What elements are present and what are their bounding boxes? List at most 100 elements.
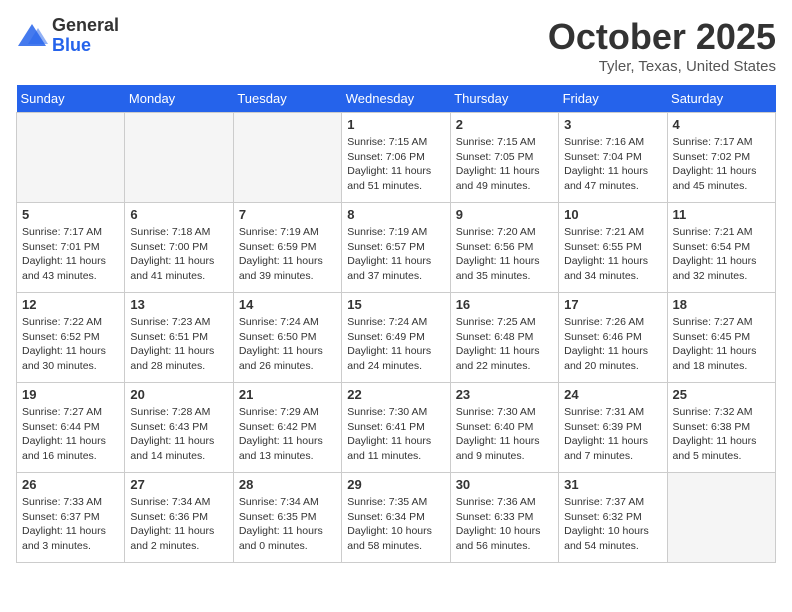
weekday-header: Saturday bbox=[667, 85, 775, 113]
day-cell: 16 Sunrise: 7:25 AMSunset: 6:48 PMDayligh… bbox=[450, 293, 558, 383]
day-number: 19 bbox=[22, 387, 119, 402]
calendar-table: SundayMondayTuesdayWednesdayThursdayFrid… bbox=[16, 85, 776, 563]
day-info: Sunrise: 7:24 AMSunset: 6:49 PMDaylight:… bbox=[347, 315, 444, 374]
day-cell: 28 Sunrise: 7:34 AMSunset: 6:35 PMDayligh… bbox=[233, 473, 341, 563]
page-header: General Blue October 2025 Tyler, Texas, … bbox=[16, 16, 776, 75]
day-number: 30 bbox=[456, 477, 553, 492]
day-cell: 13 Sunrise: 7:23 AMSunset: 6:51 PMDayligh… bbox=[125, 293, 233, 383]
week-row: 12 Sunrise: 7:22 AMSunset: 6:52 PMDayligh… bbox=[17, 293, 776, 383]
day-cell: 5 Sunrise: 7:17 AMSunset: 7:01 PMDaylight… bbox=[17, 203, 125, 293]
week-row: 5 Sunrise: 7:17 AMSunset: 7:01 PMDaylight… bbox=[17, 203, 776, 293]
day-number: 28 bbox=[239, 477, 336, 492]
day-info: Sunrise: 7:29 AMSunset: 6:42 PMDaylight:… bbox=[239, 405, 336, 464]
day-cell: 10 Sunrise: 7:21 AMSunset: 6:55 PMDayligh… bbox=[559, 203, 667, 293]
day-cell: 19 Sunrise: 7:27 AMSunset: 6:44 PMDayligh… bbox=[17, 383, 125, 473]
calendar-subtitle: Tyler, Texas, United States bbox=[548, 58, 776, 75]
day-cell: 21Sunrise: 7:29 AMSunset: 6:42 PMDayligh… bbox=[233, 383, 341, 473]
day-cell: 1 Sunrise: 7:15 AMSunset: 7:06 PMDaylight… bbox=[342, 113, 450, 203]
day-number: 24 bbox=[564, 387, 661, 402]
weekday-header-row: SundayMondayTuesdayWednesdayThursdayFrid… bbox=[17, 85, 776, 113]
day-info: Sunrise: 7:15 AMSunset: 7:06 PMDaylight:… bbox=[347, 135, 444, 194]
day-number: 7 bbox=[239, 207, 336, 222]
weekday-header: Friday bbox=[559, 85, 667, 113]
day-number: 12 bbox=[22, 297, 119, 312]
day-cell: 20Sunrise: 7:28 AMSunset: 6:43 PMDayligh… bbox=[125, 383, 233, 473]
day-number: 6 bbox=[130, 207, 227, 222]
day-cell: 24Sunrise: 7:31 AMSunset: 6:39 PMDayligh… bbox=[559, 383, 667, 473]
day-info: Sunrise: 7:27 AMSunset: 6:45 PMDaylight:… bbox=[673, 315, 770, 374]
day-info: Sunrise: 7:21 AMSunset: 6:54 PMDaylight:… bbox=[673, 225, 770, 284]
day-info: Sunrise: 7:34 AMSunset: 6:36 PMDaylight:… bbox=[130, 495, 227, 554]
day-number: 27 bbox=[130, 477, 227, 492]
day-info: Sunrise: 7:34 AMSunset: 6:35 PMDaylight:… bbox=[239, 495, 336, 554]
day-number: 5 bbox=[22, 207, 119, 222]
day-number: 23 bbox=[456, 387, 553, 402]
day-number: 26 bbox=[22, 477, 119, 492]
day-info: Sunrise: 7:21 AMSunset: 6:55 PMDaylight:… bbox=[564, 225, 661, 284]
day-number: 1 bbox=[347, 117, 444, 132]
day-cell: 8Sunrise: 7:19 AMSunset: 6:57 PMDaylight… bbox=[342, 203, 450, 293]
logo-icon bbox=[16, 22, 48, 50]
day-cell: 29 Sunrise: 7:35 AMSunset: 6:34 PMDayligh… bbox=[342, 473, 450, 563]
title-block: October 2025 Tyler, Texas, United States bbox=[548, 16, 776, 75]
day-cell: 4 Sunrise: 7:17 AMSunset: 7:02 PMDaylight… bbox=[667, 113, 775, 203]
day-cell: 14Sunrise: 7:24 AMSunset: 6:50 PMDayligh… bbox=[233, 293, 341, 383]
day-number: 11 bbox=[673, 207, 770, 222]
day-cell bbox=[667, 473, 775, 563]
day-number: 31 bbox=[564, 477, 661, 492]
day-cell: 2 Sunrise: 7:15 AMSunset: 7:05 PMDaylight… bbox=[450, 113, 558, 203]
day-info: Sunrise: 7:23 AMSunset: 6:51 PMDaylight:… bbox=[130, 315, 227, 374]
week-row: 19 Sunrise: 7:27 AMSunset: 6:44 PMDayligh… bbox=[17, 383, 776, 473]
day-cell: 11 Sunrise: 7:21 AMSunset: 6:54 PMDayligh… bbox=[667, 203, 775, 293]
day-cell: 7 Sunrise: 7:19 AMSunset: 6:59 PMDaylight… bbox=[233, 203, 341, 293]
weekday-header: Wednesday bbox=[342, 85, 450, 113]
day-number: 18 bbox=[673, 297, 770, 312]
week-row: 1 Sunrise: 7:15 AMSunset: 7:06 PMDaylight… bbox=[17, 113, 776, 203]
day-info: Sunrise: 7:32 AMSunset: 6:38 PMDaylight:… bbox=[673, 405, 770, 464]
day-number: 22 bbox=[347, 387, 444, 402]
day-number: 13 bbox=[130, 297, 227, 312]
day-info: Sunrise: 7:19 AMSunset: 6:59 PMDaylight:… bbox=[239, 225, 336, 284]
day-cell: 18 Sunrise: 7:27 AMSunset: 6:45 PMDayligh… bbox=[667, 293, 775, 383]
day-number: 25 bbox=[673, 387, 770, 402]
day-number: 17 bbox=[564, 297, 661, 312]
day-cell: 15 Sunrise: 7:24 AMSunset: 6:49 PMDayligh… bbox=[342, 293, 450, 383]
day-info: Sunrise: 7:35 AMSunset: 6:34 PMDaylight:… bbox=[347, 495, 444, 554]
day-cell: 12 Sunrise: 7:22 AMSunset: 6:52 PMDayligh… bbox=[17, 293, 125, 383]
day-info: Sunrise: 7:22 AMSunset: 6:52 PMDaylight:… bbox=[22, 315, 119, 374]
weekday-header: Monday bbox=[125, 85, 233, 113]
day-number: 4 bbox=[673, 117, 770, 132]
day-number: 9 bbox=[456, 207, 553, 222]
day-cell: 26 Sunrise: 7:33 AMSunset: 6:37 PMDayligh… bbox=[17, 473, 125, 563]
calendar-title: October 2025 bbox=[548, 16, 776, 58]
day-cell: 27 Sunrise: 7:34 AMSunset: 6:36 PMDayligh… bbox=[125, 473, 233, 563]
day-info: Sunrise: 7:16 AMSunset: 7:04 PMDaylight:… bbox=[564, 135, 661, 194]
day-info: Sunrise: 7:33 AMSunset: 6:37 PMDaylight:… bbox=[22, 495, 119, 554]
day-cell: 30Sunrise: 7:36 AMSunset: 6:33 PMDayligh… bbox=[450, 473, 558, 563]
logo: General Blue bbox=[16, 16, 119, 56]
day-number: 29 bbox=[347, 477, 444, 492]
day-info: Sunrise: 7:17 AMSunset: 7:01 PMDaylight:… bbox=[22, 225, 119, 284]
logo-general: General bbox=[52, 16, 119, 36]
day-info: Sunrise: 7:17 AMSunset: 7:02 PMDaylight:… bbox=[673, 135, 770, 194]
day-number: 10 bbox=[564, 207, 661, 222]
day-cell: 22 Sunrise: 7:30 AMSunset: 6:41 PMDayligh… bbox=[342, 383, 450, 473]
weekday-header: Tuesday bbox=[233, 85, 341, 113]
day-info: Sunrise: 7:15 AMSunset: 7:05 PMDaylight:… bbox=[456, 135, 553, 194]
logo-blue: Blue bbox=[52, 36, 119, 56]
day-info: Sunrise: 7:26 AMSunset: 6:46 PMDaylight:… bbox=[564, 315, 661, 374]
day-number: 20 bbox=[130, 387, 227, 402]
day-cell: 25 Sunrise: 7:32 AMSunset: 6:38 PMDayligh… bbox=[667, 383, 775, 473]
week-row: 26 Sunrise: 7:33 AMSunset: 6:37 PMDayligh… bbox=[17, 473, 776, 563]
weekday-header: Thursday bbox=[450, 85, 558, 113]
day-number: 16 bbox=[456, 297, 553, 312]
logo-text: General Blue bbox=[52, 16, 119, 56]
day-info: Sunrise: 7:30 AMSunset: 6:40 PMDaylight:… bbox=[456, 405, 553, 464]
day-number: 15 bbox=[347, 297, 444, 312]
day-info: Sunrise: 7:27 AMSunset: 6:44 PMDaylight:… bbox=[22, 405, 119, 464]
day-cell: 3Sunrise: 7:16 AMSunset: 7:04 PMDaylight… bbox=[559, 113, 667, 203]
day-info: Sunrise: 7:25 AMSunset: 6:48 PMDaylight:… bbox=[456, 315, 553, 374]
day-info: Sunrise: 7:30 AMSunset: 6:41 PMDaylight:… bbox=[347, 405, 444, 464]
day-number: 2 bbox=[456, 117, 553, 132]
day-info: Sunrise: 7:18 AMSunset: 7:00 PMDaylight:… bbox=[130, 225, 227, 284]
